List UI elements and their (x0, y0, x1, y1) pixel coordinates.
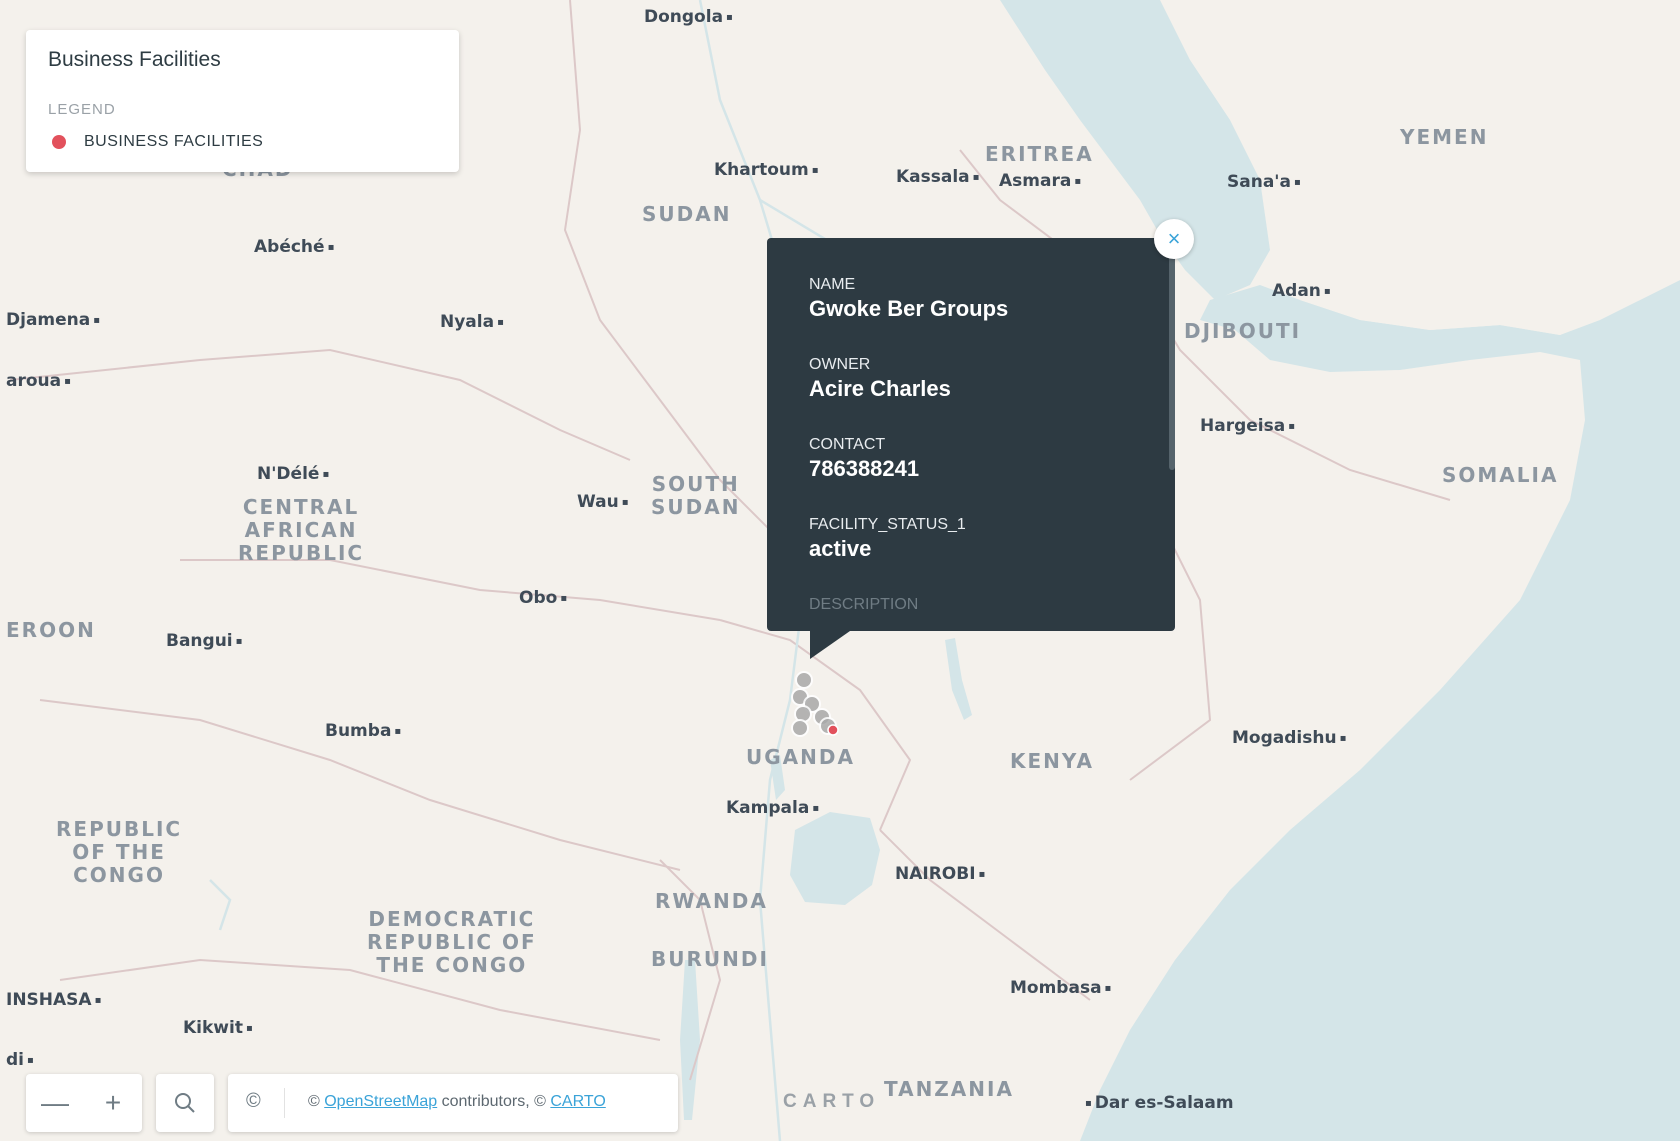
city-label: Hargeisa (1200, 416, 1295, 436)
city-label: Dongola (644, 7, 733, 27)
city-label: Djamena (6, 310, 100, 330)
country-label: UGANDA (746, 745, 855, 769)
search-icon (175, 1093, 195, 1113)
popup-content: NAME Gwoke Ber Groups OWNER Acire Charle… (809, 276, 1008, 614)
attribution-text: © OpenStreetMap contributors, © CARTO (308, 1093, 606, 1111)
city-label: aroua (6, 371, 71, 391)
popup-description-label: DESCRIPTION (809, 596, 919, 613)
city-label: NAIROBI (895, 864, 985, 884)
city-label: Khartoum (714, 160, 819, 180)
attribution-prefix: © (308, 1093, 325, 1110)
city-label: Kikwit (183, 1018, 253, 1038)
city-label: Sana'a (1227, 172, 1301, 192)
popup-tail (810, 631, 850, 659)
country-label: BURUNDI (651, 947, 769, 971)
zoom-control: — + (26, 1074, 142, 1132)
city-label: Bumba (325, 721, 401, 741)
city-label: Wau (577, 492, 629, 512)
country-label: ERITREA (985, 142, 1094, 166)
close-icon[interactable]: × (1154, 219, 1194, 259)
city-label: N'Délé (257, 464, 329, 484)
city-label: Asmara (999, 171, 1081, 191)
legend-item-label: BUSINESS FACILITIES (84, 133, 264, 150)
popup-contact-label: CONTACT (809, 436, 886, 453)
osm-link[interactable]: OpenStreetMap (324, 1093, 437, 1110)
country-label: RWANDA (655, 889, 768, 913)
legend-dot-icon (52, 135, 66, 149)
feature-popup: NAME Gwoke Ber Groups OWNER Acire Charle… (767, 238, 1175, 631)
popup-owner-label: OWNER (809, 356, 871, 373)
popup-scrollbar[interactable] (1169, 250, 1175, 470)
legend-panel: Business Facilities LEGEND BUSINESS FACI… (26, 30, 459, 172)
search-control (156, 1074, 214, 1132)
country-label: CENTRAL AFRICAN REPUBLIC (238, 495, 365, 565)
search-button[interactable] (156, 1074, 214, 1132)
popup-status-label: FACILITY_STATUS_1 (809, 516, 966, 533)
attribution-control: © © OpenStreetMap contributors, © CARTO (228, 1074, 678, 1132)
zoom-in-button[interactable]: + (84, 1074, 142, 1132)
divider (284, 1088, 285, 1118)
city-label: Bangui (166, 631, 242, 651)
city-label: di (6, 1050, 34, 1070)
country-label: TANZANIA (884, 1077, 1014, 1101)
city-label: Dar es-Salaam (1085, 1093, 1234, 1113)
legend-title: Business Facilities (48, 48, 221, 71)
city-label: Obo (519, 588, 567, 608)
carto-logo: CARTO (783, 1091, 881, 1112)
popup-name-value: Gwoke Ber Groups (809, 296, 1009, 321)
city-label: Mombasa (1010, 978, 1111, 998)
city-label: INSHASA (6, 990, 101, 1010)
country-label: SUDAN (642, 202, 732, 226)
city-label: Mogadishu (1232, 728, 1346, 748)
popup-contact-value: 786388241 (809, 456, 920, 481)
city-label: Abéché (254, 237, 334, 257)
zoom-out-button[interactable]: — (26, 1074, 84, 1132)
city-label: Nyala (440, 312, 504, 332)
country-label: REPUBLIC OF THE CONGO (56, 817, 183, 887)
city-label: Kampala (726, 798, 819, 818)
city-label: Kassala (896, 167, 979, 187)
attribution-mid: contributors, © (437, 1093, 551, 1110)
carto-link[interactable]: CARTO (550, 1093, 605, 1110)
country-label: DEMOCRATIC REPUBLIC OF THE CONGO (367, 907, 537, 977)
country-label: SOMALIA (1442, 463, 1559, 487)
country-label: SOUTH SUDAN (651, 472, 741, 519)
country-label: EROON (6, 618, 96, 642)
legend-subtitle: LEGEND (48, 101, 116, 118)
country-label: YEMEN (1400, 125, 1489, 149)
popup-name-label: NAME (809, 276, 856, 293)
country-label: KENYA (1010, 749, 1094, 773)
city-label: Adan (1272, 281, 1331, 301)
country-label: DJIBOUTI (1184, 319, 1302, 343)
popup-status-value: active (809, 536, 872, 561)
attribution-icon[interactable]: © (246, 1090, 261, 1113)
popup-owner-value: Acire Charles (809, 376, 951, 401)
